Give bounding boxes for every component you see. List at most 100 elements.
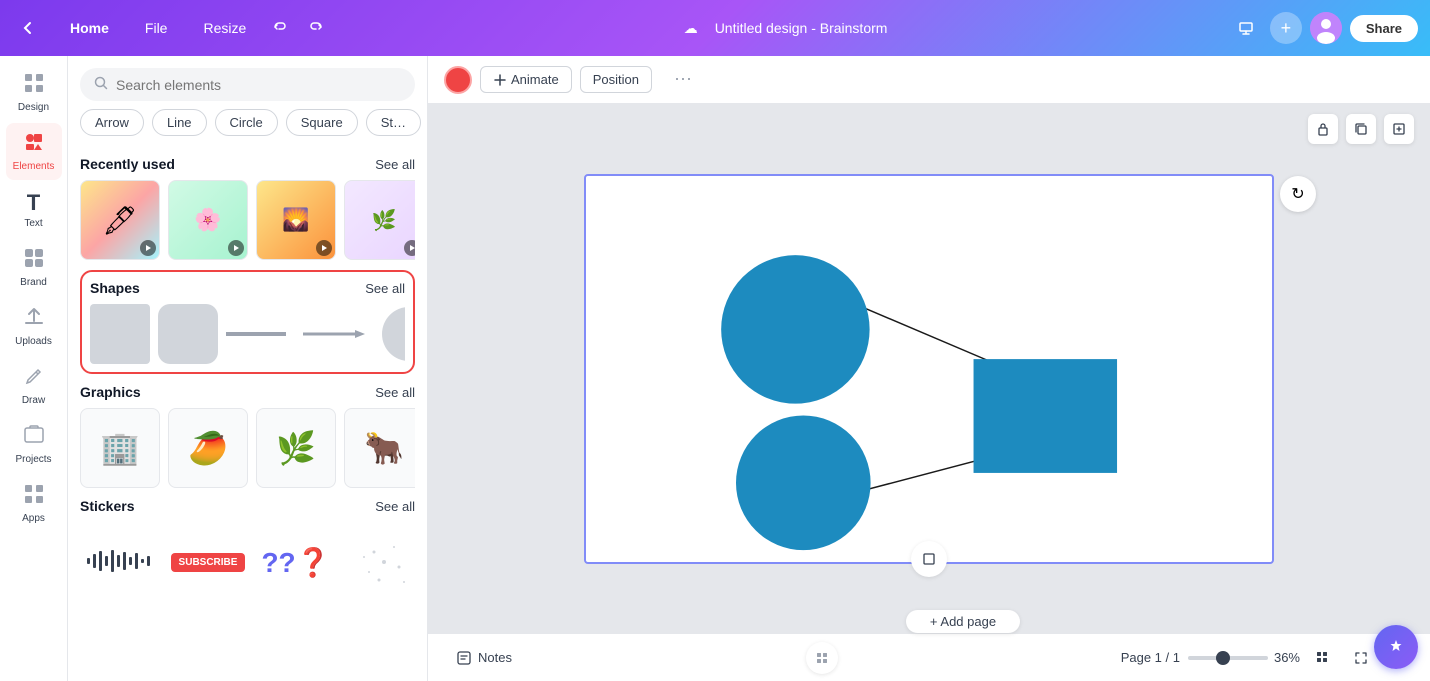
shapes-header: Shapes See all	[90, 280, 405, 296]
sidebar-item-label-brand: Brand	[20, 277, 47, 288]
recently-item-3[interactable]: 🌄	[256, 180, 336, 260]
search-input[interactable]	[116, 77, 401, 93]
panel-content: Recently used See all 🖋 🌸 🌄	[68, 146, 427, 681]
undo-button[interactable]	[264, 12, 296, 44]
projects-icon	[23, 424, 45, 452]
sidebar-item-elements[interactable]: Elements	[6, 123, 62, 180]
shape-square-item[interactable]	[90, 304, 150, 364]
zoom-level: 36%	[1274, 650, 1300, 665]
shape-arrow-item[interactable]	[294, 326, 374, 342]
position-button[interactable]: Position	[580, 66, 652, 93]
sidebar-item-label-apps: Apps	[22, 513, 45, 524]
recently-used-header: Recently used See all	[80, 156, 415, 172]
user-avatar[interactable]	[1310, 12, 1342, 44]
pages-overview-button[interactable]	[806, 642, 838, 674]
shapes-section: Shapes See all	[80, 270, 415, 374]
shape-circle-item[interactable]	[382, 307, 405, 361]
tag-line[interactable]: Line	[152, 109, 207, 136]
share-button[interactable]: Share	[1350, 15, 1418, 42]
sticker-item-1[interactable]	[80, 522, 160, 602]
tag-square[interactable]: Square	[286, 109, 358, 136]
shapes-title: Shapes	[90, 280, 140, 296]
resize-button[interactable]: Resize	[193, 14, 256, 42]
main-content: Design Elements T Text Brand Uploads	[0, 56, 1430, 681]
sidebar-item-text[interactable]: T Text	[6, 182, 62, 237]
graphics-header: Graphics See all	[80, 384, 415, 400]
canvas-frame[interactable]: ↻	[584, 174, 1274, 564]
zoom-thumb[interactable]	[1216, 651, 1230, 665]
sub-toolbar: Animate Position ⋯	[428, 56, 1430, 104]
shape-arrow	[299, 326, 369, 342]
recently-used-title: Recently used	[80, 156, 175, 172]
sticker-item-4[interactable]	[344, 522, 415, 602]
duplicate-button[interactable]	[1346, 114, 1376, 144]
sidebar-item-uploads[interactable]: Uploads	[6, 298, 62, 355]
notes-label: Notes	[478, 650, 512, 665]
text-icon: T	[27, 190, 40, 216]
stickers-header: Stickers See all	[80, 498, 415, 514]
canvas-overlay-toolbar	[1308, 114, 1414, 144]
magic-assistant-button[interactable]	[1374, 625, 1418, 669]
shapes-see-all[interactable]: See all	[365, 281, 405, 296]
animate-button[interactable]: Animate	[480, 66, 572, 93]
sidebar-item-label-projects: Projects	[15, 454, 51, 465]
redo-button[interactable]	[300, 12, 332, 44]
sidebar-item-design[interactable]: Design	[6, 64, 62, 121]
sidebar-item-draw[interactable]: Draw	[6, 357, 62, 414]
elements-panel: Arrow Line Circle Square St… Recently us…	[68, 56, 428, 681]
recently-item-2[interactable]: 🌸	[168, 180, 248, 260]
recently-item-4[interactable]: 🌿	[344, 180, 415, 260]
uploads-icon	[23, 306, 45, 334]
graphic-item-2[interactable]: 🥭	[168, 408, 248, 488]
sticker-item-3[interactable]: ??❓	[256, 522, 336, 602]
present-button[interactable]	[1230, 12, 1262, 44]
bottom-bar: Notes Page 1 / 1 36%	[428, 633, 1430, 681]
shape-square	[90, 304, 150, 364]
shape-rounded-item[interactable]	[158, 304, 218, 364]
sidebar-item-apps[interactable]: Apps	[6, 475, 62, 532]
zoom-slider[interactable]	[1188, 656, 1268, 660]
recently-item-1[interactable]: 🖋	[80, 180, 160, 260]
graphics-grid: 🏢 🥭 🌿 🐂 ›	[80, 408, 415, 488]
stickers-grid: SUBSCRIBE ??❓	[80, 522, 415, 602]
search-bar-container	[68, 56, 427, 109]
tag-star[interactable]: St…	[366, 109, 421, 136]
back-button[interactable]	[12, 12, 44, 44]
document-title: Untitled design - Brainstorm	[715, 20, 888, 36]
sidebar-item-projects[interactable]: Projects	[6, 416, 62, 473]
fullscreen-button[interactable]	[1346, 643, 1376, 673]
tag-circle[interactable]: Circle	[215, 109, 278, 136]
show-pages-button[interactable]	[911, 541, 947, 577]
shape-line-item[interactable]	[226, 332, 286, 336]
recently-used-grid: 🖋 🌸 🌄 🌿	[80, 180, 415, 260]
graphic-item-4[interactable]: 🐂	[344, 408, 415, 488]
recently-used-see-all[interactable]: See all	[375, 157, 415, 172]
add-page-icon-button[interactable]	[1384, 114, 1414, 144]
audio-sticker	[85, 546, 155, 579]
canvas-diagram	[586, 176, 1272, 562]
cloud-save-icon: ☁	[675, 12, 707, 44]
add-collaborator-button[interactable]: +	[1270, 12, 1302, 44]
more-options-button[interactable]: ⋯	[660, 64, 692, 96]
lock-button[interactable]	[1308, 114, 1338, 144]
add-page-button[interactable]: + Add page	[906, 610, 1020, 633]
graphics-title: Graphics	[80, 384, 141, 400]
grid-view-button[interactable]	[1308, 643, 1338, 673]
sidebar-item-label-elements: Elements	[13, 161, 55, 172]
sticker-item-2[interactable]: SUBSCRIBE	[168, 522, 248, 602]
graphics-see-all[interactable]: See all	[375, 385, 415, 400]
notes-button[interactable]: Notes	[444, 644, 524, 672]
design-icon	[23, 72, 45, 100]
graphic-item-1[interactable]: 🏢	[80, 408, 160, 488]
sparkle-sticker	[354, 532, 414, 592]
file-button[interactable]: File	[135, 14, 178, 42]
sidebar-item-label-uploads: Uploads	[15, 336, 52, 347]
sidebar-item-brand[interactable]: Brand	[6, 239, 62, 296]
graphic-item-3[interactable]: 🌿	[256, 408, 336, 488]
stickers-see-all[interactable]: See all	[375, 499, 415, 514]
home-button[interactable]: Home	[60, 14, 119, 42]
canvas-refresh-button[interactable]: ↻	[1280, 176, 1316, 212]
color-picker-button[interactable]	[444, 66, 472, 94]
canvas-workspace[interactable]: ↻	[428, 104, 1430, 633]
tag-arrow[interactable]: Arrow	[80, 109, 144, 136]
